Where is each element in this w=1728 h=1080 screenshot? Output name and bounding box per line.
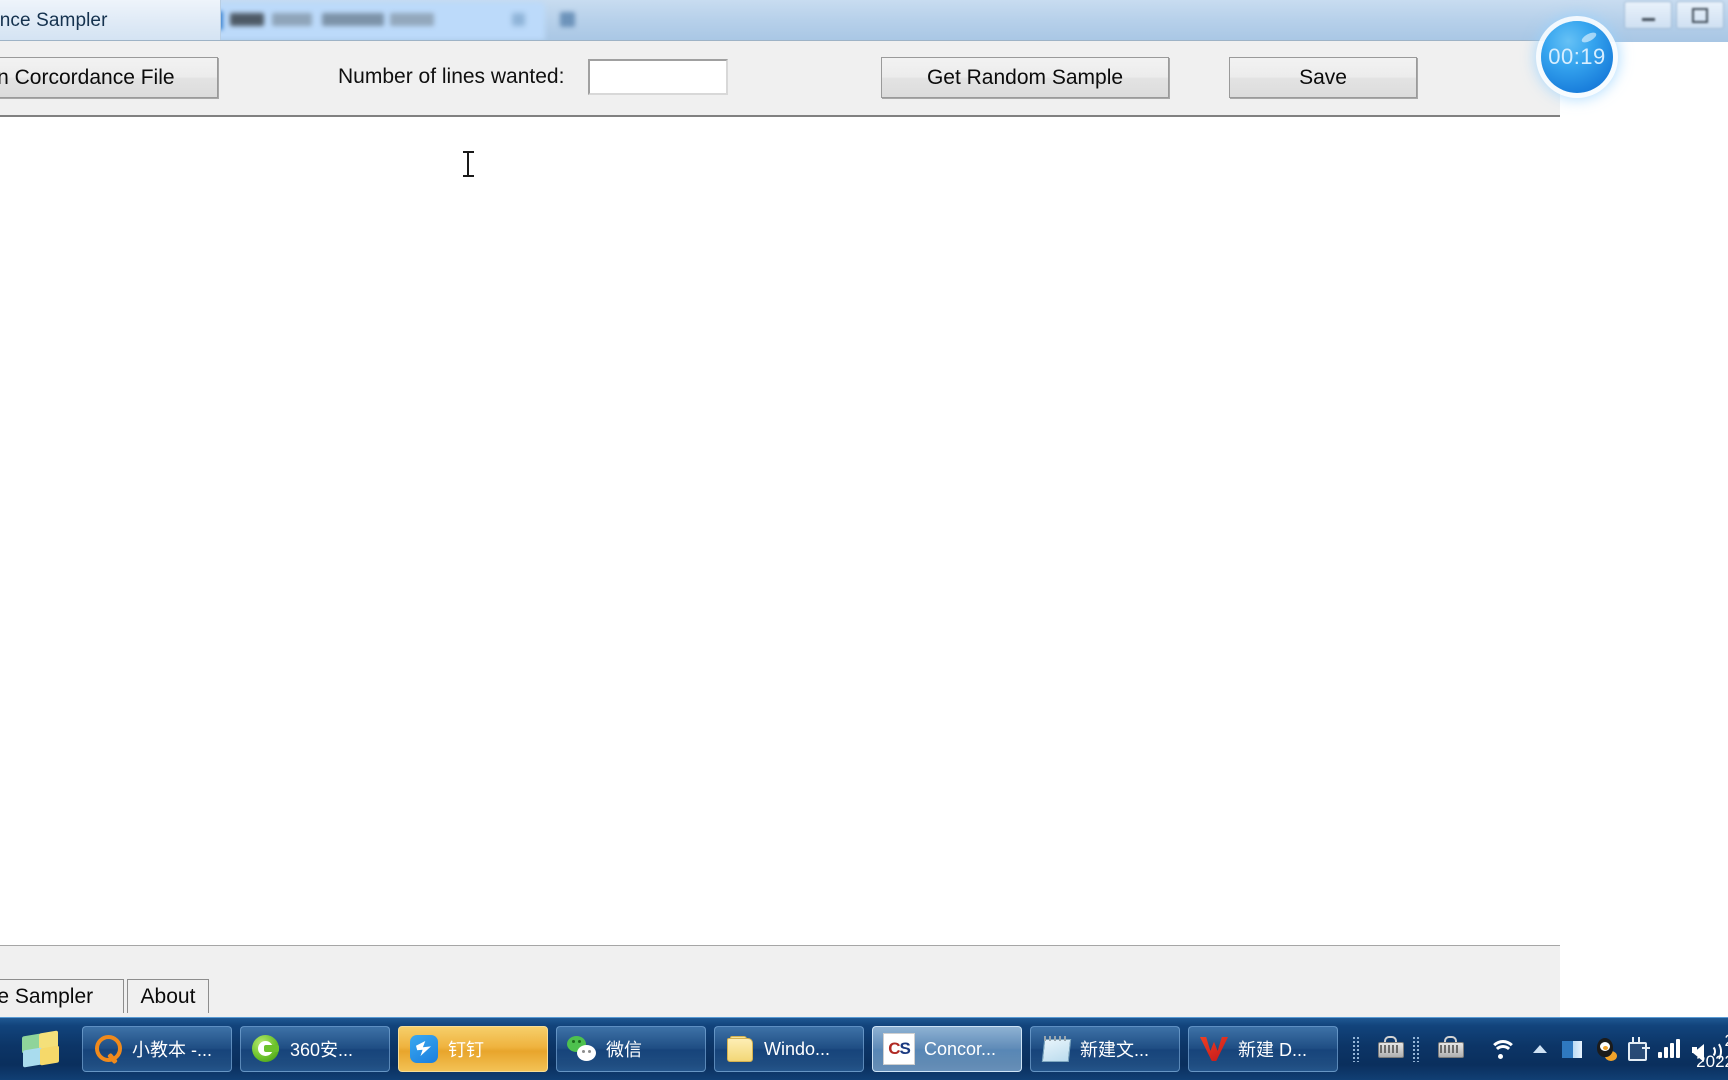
- get-random-sample-button[interactable]: Get Random Sample: [881, 57, 1169, 98]
- qq-penguin-icon[interactable]: [1592, 1035, 1620, 1063]
- tab-concordance-sampler[interactable]: rdance Sampler: [0, 979, 124, 1013]
- taskbar-item-5[interactable]: CS Concor...: [872, 1026, 1022, 1072]
- open-concordance-file-button[interactable]: en Corcordance File: [0, 57, 218, 98]
- number-of-lines-label: Number of lines wanted:: [338, 65, 565, 88]
- app-client-area: en Corcordance File Number of lines want…: [0, 40, 1560, 1019]
- timer-badge: 00:19: [1541, 21, 1613, 93]
- taskbar-item-label: 新建 D...: [1238, 1040, 1308, 1060]
- screen-root: rdance Sampler en Corcordance File Numbe…: [0, 0, 1728, 1080]
- text-cursor-ibeam: [463, 151, 474, 177]
- windows-logo-icon: [22, 1030, 62, 1068]
- timer-value: 00:19: [1548, 44, 1606, 69]
- tab-about[interactable]: About: [127, 979, 209, 1013]
- wps-icon: [1199, 1034, 1229, 1064]
- taskbar-item-6[interactable]: 新建文...: [1030, 1026, 1180, 1072]
- save-button[interactable]: Save: [1229, 57, 1417, 98]
- start-button[interactable]: [8, 1024, 76, 1074]
- magnifier-icon: [93, 1034, 123, 1065]
- taskbar-item-7[interactable]: 新建 D...: [1188, 1026, 1338, 1072]
- taskbar-clock[interactable]: 2 2022: [1688, 1030, 1728, 1072]
- bottom-tab-bar: rdance Sampler About: [0, 979, 1560, 1019]
- app-title: rdance Sampler: [0, 10, 108, 31]
- taskbar-item-label: Windo...: [764, 1038, 831, 1059]
- taskbar-item-label: 新建文...: [1080, 1040, 1150, 1060]
- taskbar-item-label: 钉钉: [448, 1040, 484, 1060]
- timer-badge-glint: [1580, 30, 1598, 45]
- background-window-controls[interactable]: [1624, 1, 1724, 29]
- tray-handle-right[interactable]: [1412, 1036, 1421, 1062]
- taskbar-item-label: 微信: [606, 1040, 642, 1060]
- notepad-icon: [1041, 1034, 1072, 1064]
- app-bottom-strip: [0, 945, 1560, 980]
- results-output-pane[interactable]: [0, 117, 1560, 945]
- concordance-sampler-window: rdance Sampler en Corcordance File Numbe…: [0, 0, 1560, 1019]
- 360-browser-icon: [251, 1034, 281, 1064]
- app-title-bar: rdance Sampler: [0, 0, 221, 40]
- show-hidden-icons-arrow[interactable]: [1526, 1035, 1554, 1063]
- taskbar-item-2[interactable]: 钉钉: [398, 1026, 548, 1072]
- clock-time: 2: [1688, 1030, 1728, 1051]
- clock-date: 2022: [1696, 1052, 1728, 1071]
- windows-taskbar: 小教本 -... 360安... 钉钉 微信 Windo... C S Conc…: [0, 1017, 1728, 1080]
- cs-app-icon: CS: [883, 1033, 915, 1065]
- keyboard-icon[interactable]: [1436, 1035, 1464, 1063]
- keyboard-lock-icon[interactable]: [1376, 1035, 1404, 1063]
- wechat-icon: [567, 1034, 597, 1064]
- folder-icon: [725, 1034, 755, 1064]
- taskbar-item-4[interactable]: Windo...: [714, 1026, 864, 1072]
- taskbar-item-0[interactable]: 小教本 -...: [82, 1026, 232, 1072]
- tray-handle-left[interactable]: [1352, 1036, 1361, 1062]
- maximize-button[interactable]: [1676, 1, 1724, 29]
- taskbar-item-1[interactable]: 360安...: [240, 1026, 390, 1072]
- app-toolbar: en Corcordance File Number of lines want…: [0, 41, 1560, 117]
- taskbar-item-label: 360安...: [290, 1040, 354, 1060]
- minimize-button[interactable]: [1624, 1, 1672, 29]
- taskbar-item-3[interactable]: 微信: [556, 1026, 706, 1072]
- taskbar-item-label: Concor...: [924, 1038, 997, 1059]
- signal-bars-icon[interactable]: [1656, 1035, 1684, 1063]
- wifi-icon[interactable]: [1488, 1035, 1517, 1063]
- dingtalk-icon: [409, 1034, 439, 1064]
- number-of-lines-input[interactable]: [588, 59, 728, 95]
- blue-square-icon[interactable]: [1558, 1035, 1586, 1063]
- power-plug-icon[interactable]: [1624, 1035, 1652, 1063]
- taskbar-item-label: 小教本 -...: [132, 1040, 212, 1060]
